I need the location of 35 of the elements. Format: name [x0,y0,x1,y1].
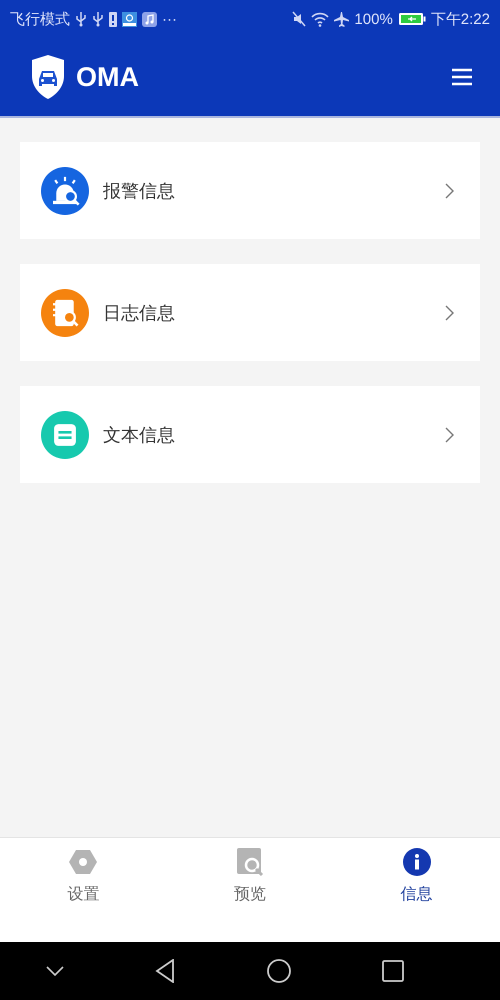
menu-icon [452,68,472,86]
usb-icon [75,11,87,27]
menu-label: 报警信息 [103,180,176,202]
usb-icon [92,11,104,27]
chevron-right-icon [445,182,454,198]
battery-percent: 100% [354,10,393,28]
chevron-right-icon [445,304,454,320]
nav-tab[interactable]: 信息 [333,838,500,905]
home-icon [266,959,291,983]
app-title: OMA [76,62,139,92]
airplane-icon [334,12,350,26]
menu-label: 日志信息 [103,302,176,324]
airplane-mode-text: 飞行模式 [10,10,70,28]
info-icon [402,848,431,876]
more-text: ··· [162,10,177,28]
wifi-icon [311,12,330,26]
back-icon [155,959,176,983]
shield-car-icon [30,54,66,100]
battery-alert-icon [109,11,117,27]
nav-tab[interactable]: 预览 [166,838,334,905]
chevron-down-icon [46,966,64,976]
settings-icon [69,848,98,876]
mute-icon [292,11,306,27]
menu-card[interactable]: 日志信息 [20,264,480,361]
recents-icon [382,960,404,982]
clock-time: 下午2:22 [430,10,490,28]
preview-icon [236,848,264,876]
chevron-right-icon [445,426,454,442]
battery-charging-icon [398,12,426,26]
app-icon [122,12,137,26]
menu-label: 文本信息 [103,424,176,446]
music-app-icon [142,12,157,26]
menu-card[interactable]: 报警信息 [20,142,480,239]
menu-card[interactable]: 文本信息 [20,386,480,483]
nav-tab[interactable]: 设置 [0,838,167,905]
